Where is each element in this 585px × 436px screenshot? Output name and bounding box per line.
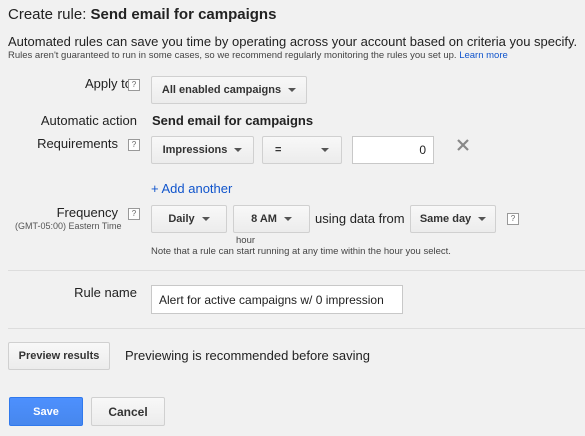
chevron-down-icon xyxy=(234,148,243,152)
help-icon[interactable]: ? xyxy=(128,208,140,220)
apply-to-label-text: Apply to xyxy=(85,76,132,91)
requirements-label: Requirements xyxy=(37,136,118,151)
requirements-operator-value: = xyxy=(275,144,282,156)
using-data-from-label: using data from xyxy=(315,211,405,226)
frequency-label: Frequency xyxy=(56,205,118,220)
data-range-dropdown[interactable]: Same day xyxy=(410,205,496,233)
apply-to-value: All enabled campaigns xyxy=(161,84,282,96)
requirements-value-text: 0 xyxy=(419,143,426,157)
chevron-down-icon xyxy=(288,88,297,92)
cancel-button[interactable]: Cancel xyxy=(91,397,165,426)
requirements-operator-dropdown[interactable]: = xyxy=(262,136,342,164)
apply-to-dropdown[interactable]: All enabled campaigns xyxy=(151,76,307,104)
page-title-prefix: Create rule: xyxy=(8,6,87,23)
data-range-value: Same day xyxy=(419,213,472,225)
frequency-time-dropdown[interactable]: 8 AM xyxy=(233,205,310,233)
requirements-metric-value: Impressions xyxy=(162,144,228,156)
close-icon[interactable] xyxy=(456,138,470,152)
automatic-action-label: Automatic action xyxy=(40,113,137,128)
save-button[interactable]: Save xyxy=(9,397,83,426)
section-divider xyxy=(8,270,585,271)
frequency-period-dropdown[interactable]: Daily xyxy=(151,205,227,233)
timezone-label: (GMT-05:00) Eastern Time xyxy=(15,221,122,231)
preview-message: Previewing is recommended before saving xyxy=(125,348,370,363)
apply-to-label: Apply to xyxy=(85,76,132,91)
section-divider xyxy=(8,328,585,329)
chevron-down-icon xyxy=(283,217,292,221)
chevron-down-icon xyxy=(478,217,487,221)
chevron-down-icon xyxy=(321,148,329,152)
help-icon[interactable]: ? xyxy=(128,139,140,151)
rule-name-input[interactable]: Alert for active campaigns w/ 0 impressi… xyxy=(151,285,403,314)
page-subnote: Rules aren't guaranteed to run in some c… xyxy=(8,50,508,61)
page-description: Automated rules can save you time by ope… xyxy=(8,34,578,49)
rule-name-value: Alert for active campaigns w/ 0 impressi… xyxy=(159,292,384,307)
frequency-time-value: 8 AM xyxy=(251,213,277,225)
time-caption: hour xyxy=(236,235,256,246)
preview-results-button[interactable]: Preview results xyxy=(8,342,110,370)
page-title-rule-type: Send email for campaigns xyxy=(90,6,277,23)
frequency-period-value: Daily xyxy=(168,213,195,225)
help-icon[interactable]: ? xyxy=(128,79,140,91)
requirements-metric-dropdown[interactable]: Impressions xyxy=(151,136,254,164)
learn-more-link[interactable]: Learn more xyxy=(459,50,508,61)
help-icon[interactable]: ? xyxy=(507,213,519,225)
requirements-value-input[interactable]: 0 xyxy=(352,136,434,164)
subnote-text: Rules aren't guaranteed to run in some c… xyxy=(8,50,457,61)
chevron-down-icon xyxy=(201,217,210,221)
automatic-action-value: Send email for campaigns xyxy=(152,113,314,128)
page-title: Create rule: Send email for campaigns xyxy=(8,6,276,23)
rule-name-label: Rule name xyxy=(74,285,137,300)
frequency-note: Note that a rule can start running at an… xyxy=(151,246,451,257)
add-another-link[interactable]: + Add another xyxy=(151,181,232,196)
